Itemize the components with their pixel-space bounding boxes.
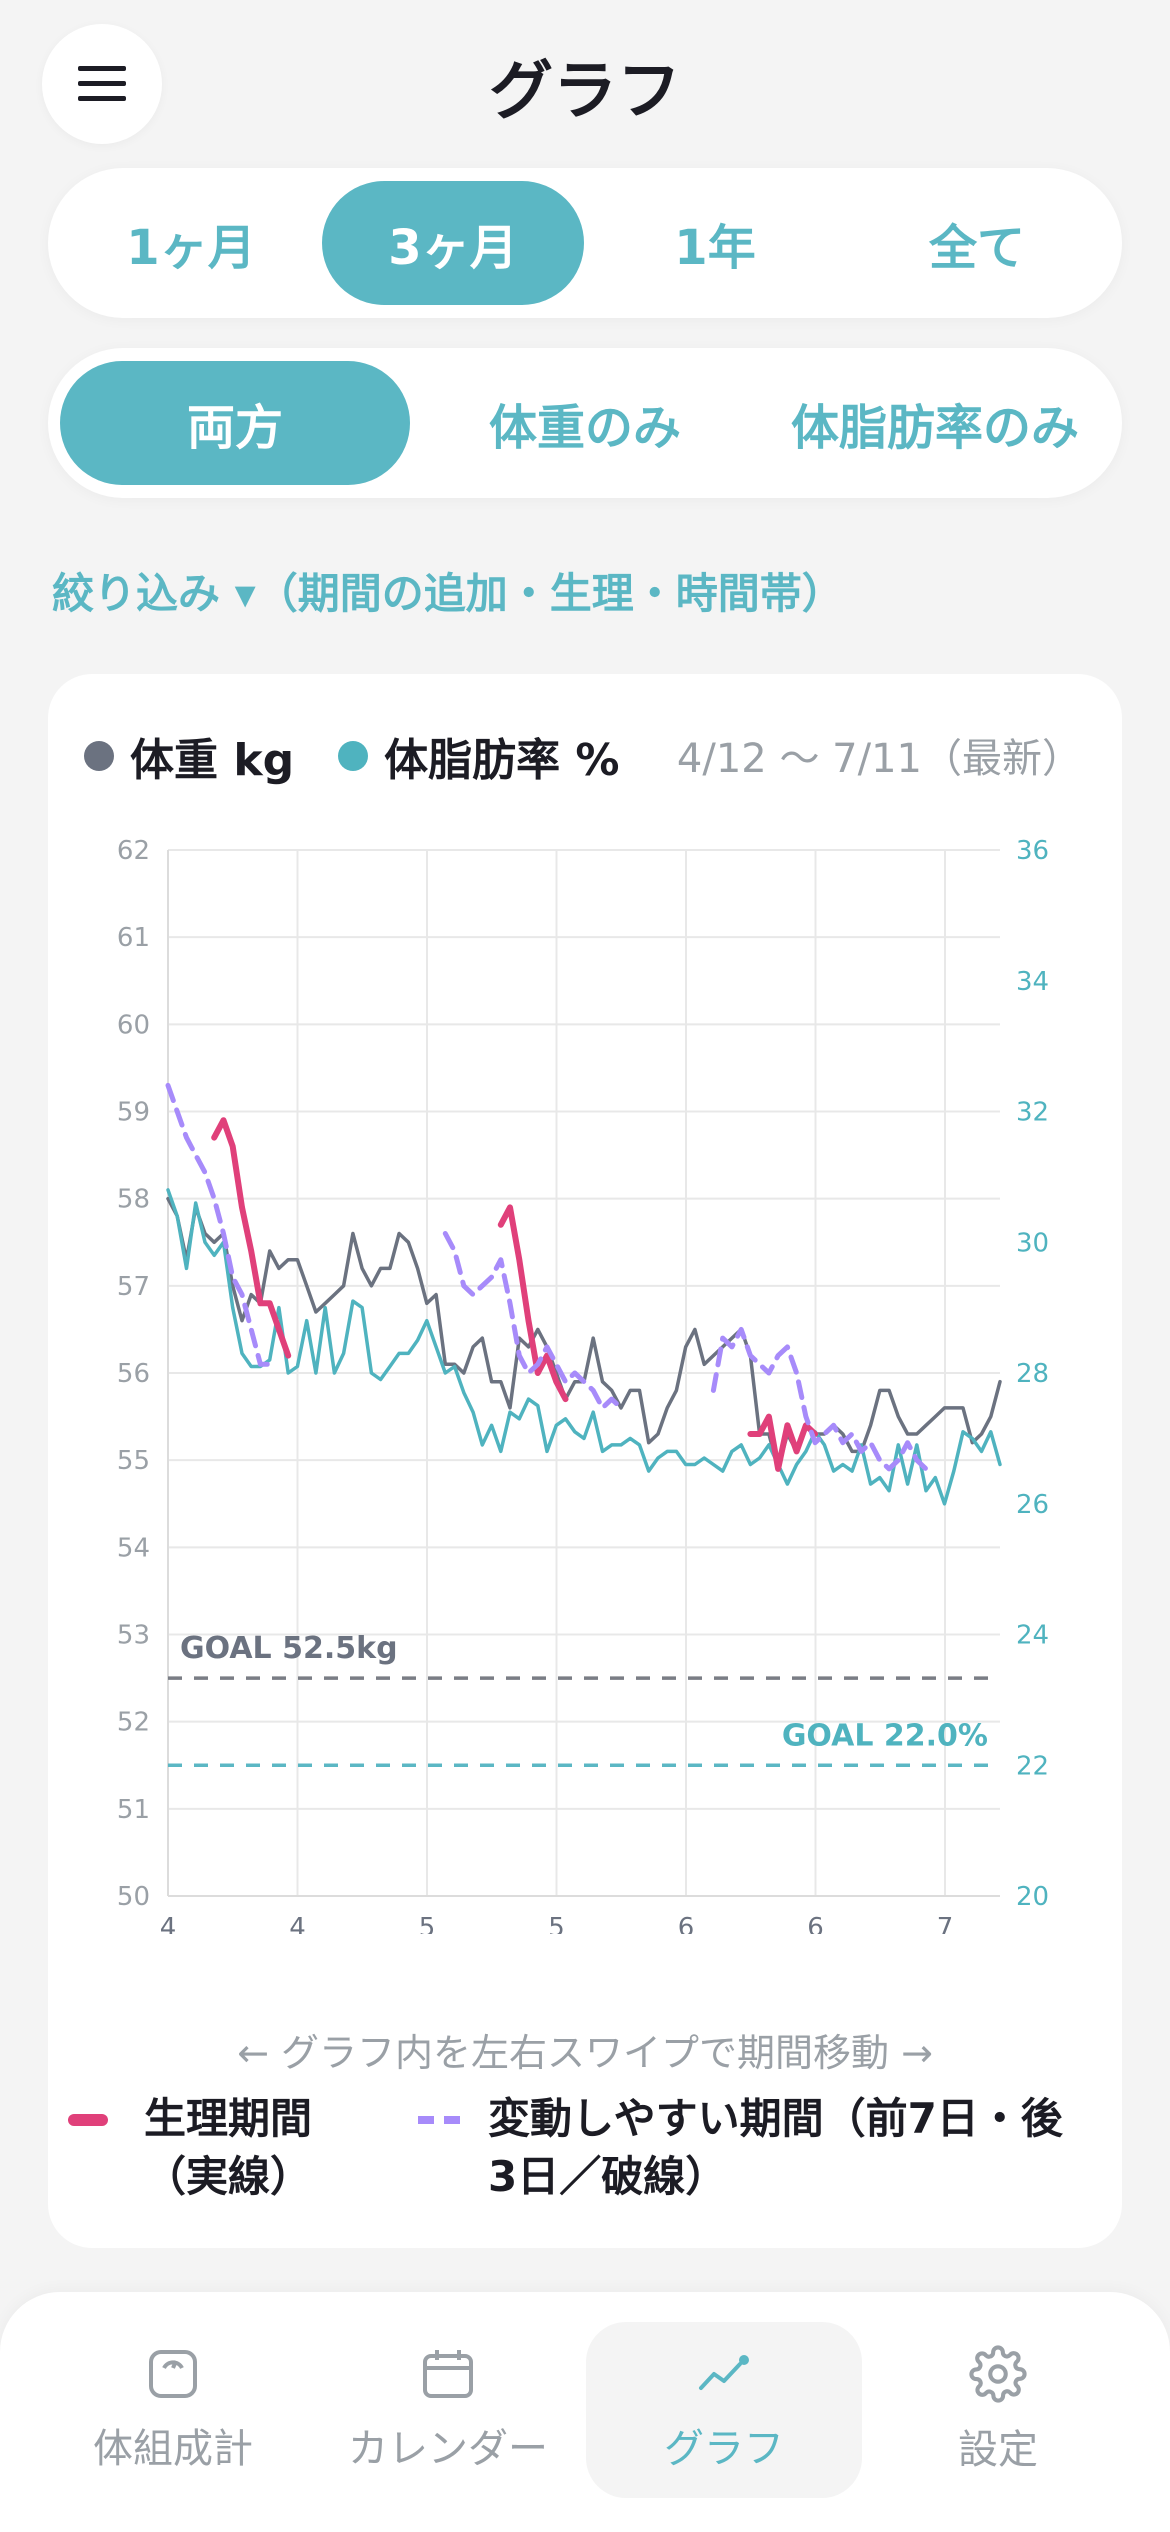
y-right-tick-label: 26 — [1016, 1490, 1049, 1520]
tab-1-month[interactable]: 1ヶ月 — [60, 181, 322, 305]
fluct-period-line — [710, 1326, 929, 1472]
y-right-tick-label: 36 — [1016, 836, 1049, 866]
date-range-label: 4/12 〜 7/11（最新） — [676, 736, 1082, 782]
x-tick-label: 5 — [419, 1913, 436, 1934]
calendar-icon — [423, 2350, 473, 2398]
fat-legend-dot — [338, 741, 369, 771]
y-right-tick-label: 30 — [1016, 1228, 1049, 1258]
tab-body-scale[interactable]: 体組成計 — [35, 2322, 311, 2498]
tab-graph-label: グラフ — [664, 2426, 784, 2472]
weight-legend-label: 体重 kg — [130, 735, 295, 786]
goal-weight-label: GOAL 52.5kg — [180, 1631, 398, 1666]
tab-1-year[interactable]: 1年 — [584, 181, 846, 305]
chart-line-icon — [699, 2355, 749, 2390]
y-left-tick-label: 56 — [117, 1359, 150, 1389]
y-left-tick-label: 52 — [117, 1708, 150, 1738]
period-legend-label: 生理期間（実線） — [144, 2094, 313, 2201]
bottom-tab-bar: 体組成計 カレンダー グラフ 設定 — [0, 2292, 1170, 2532]
y-left-tick-label: 55 — [117, 1446, 150, 1476]
fat-legend-label: 体脂肪率 % — [384, 735, 620, 786]
y-left-tick-label: 58 — [117, 1185, 150, 1215]
chart-card: 体重 kg 体脂肪率 % 4/12 〜 7/11（最新） 50 51 52 53 54 5… — [48, 674, 1122, 2248]
y-right-tick-label: 22 — [1016, 1751, 1049, 1781]
y-right-tick-label: 34 — [1016, 967, 1049, 997]
y-right-tick-label: 28 — [1016, 1359, 1049, 1389]
gear-icon — [969, 2345, 1027, 2403]
fluct-legend-label: 変動しやすい期間（前7日・後3日／破線） — [488, 2094, 1063, 2201]
y-left-tick-label: 53 — [117, 1621, 150, 1651]
tab-fat-only[interactable]: 体脂肪率のみ — [760, 361, 1110, 485]
fluct-dash-swatch — [418, 2116, 462, 2124]
tab-calendar[interactable]: カレンダー — [310, 2322, 586, 2498]
weight-fat-chart[interactable]: 5051525354555657585960616220222426283032… — [48, 804, 1122, 1934]
tab-all[interactable]: 全て — [846, 181, 1108, 305]
x-tick-label: 7 — [937, 1913, 954, 1934]
tab-3-months[interactable]: 3ヶ月 — [322, 181, 584, 305]
y-right-tick-label: 24 — [1016, 1621, 1049, 1651]
y-left-tick-label: 51 — [117, 1795, 150, 1825]
mode-selector: 両方 体重のみ 体脂肪率のみ — [48, 348, 1122, 498]
y-left-tick-label: 61 — [117, 923, 150, 953]
weight-legend-dot — [84, 741, 114, 771]
tab-body-scale-label: 体組成計 — [93, 2426, 253, 2472]
y-left-tick-label: 50 — [117, 1882, 150, 1912]
y-right-tick-label: 20 — [1016, 1882, 1049, 1912]
period-line-swatch — [68, 2114, 108, 2126]
period-legend: 生理期間（実線） 変動しやすい期間（前7日・後3日／破線） — [68, 2090, 1108, 2206]
y-left-tick-label: 60 — [117, 1010, 150, 1040]
x-tick-label: 4 — [289, 1913, 306, 1934]
tab-both[interactable]: 両方 — [60, 361, 410, 485]
x-tick-label: 6 — [678, 1913, 695, 1934]
tab-calendar-label: カレンダー — [348, 2426, 548, 2472]
fluct-legend-item: 変動しやすい期間（前7日・後3日／破線） — [418, 2090, 1108, 2206]
period-selector: 1ヶ月 3ヶ月 1年 全て — [48, 168, 1122, 318]
y-left-tick-label: 62 — [117, 836, 150, 866]
page-title: グラフ — [489, 55, 681, 129]
goal-fat-label: GOAL 22.0% — [782, 1718, 988, 1753]
filter-toggle[interactable]: 絞り込み ▾（期間の追加・生理・時間帯） — [52, 560, 844, 621]
tab-settings-label: 設定 — [958, 2427, 1038, 2473]
fluct-period-line — [442, 1231, 624, 1411]
tab-settings[interactable]: 設定 — [860, 2322, 1136, 2498]
x-tick-label: 6 — [807, 1913, 824, 1934]
chart-legend: 体重 kg 体脂肪率 % — [84, 724, 619, 788]
x-tick-label: 4 — [160, 1913, 177, 1934]
swipe-hint: ← グラフ内を左右スワイプで期間移動 → — [237, 2031, 933, 2075]
y-left-tick-label: 54 — [117, 1533, 150, 1563]
y-left-tick-label: 59 — [117, 1098, 150, 1128]
scale-icon — [149, 2350, 197, 2398]
tab-weight-only[interactable]: 体重のみ — [410, 361, 760, 485]
period-legend-item: 生理期間（実線） — [68, 2090, 418, 2206]
tab-graph[interactable]: グラフ — [586, 2322, 862, 2498]
x-tick-label: 5 — [548, 1913, 565, 1934]
y-right-tick-label: 32 — [1016, 1098, 1049, 1128]
weight-series-line — [166, 1196, 1002, 1471]
y-left-tick-label: 57 — [117, 1272, 150, 1302]
